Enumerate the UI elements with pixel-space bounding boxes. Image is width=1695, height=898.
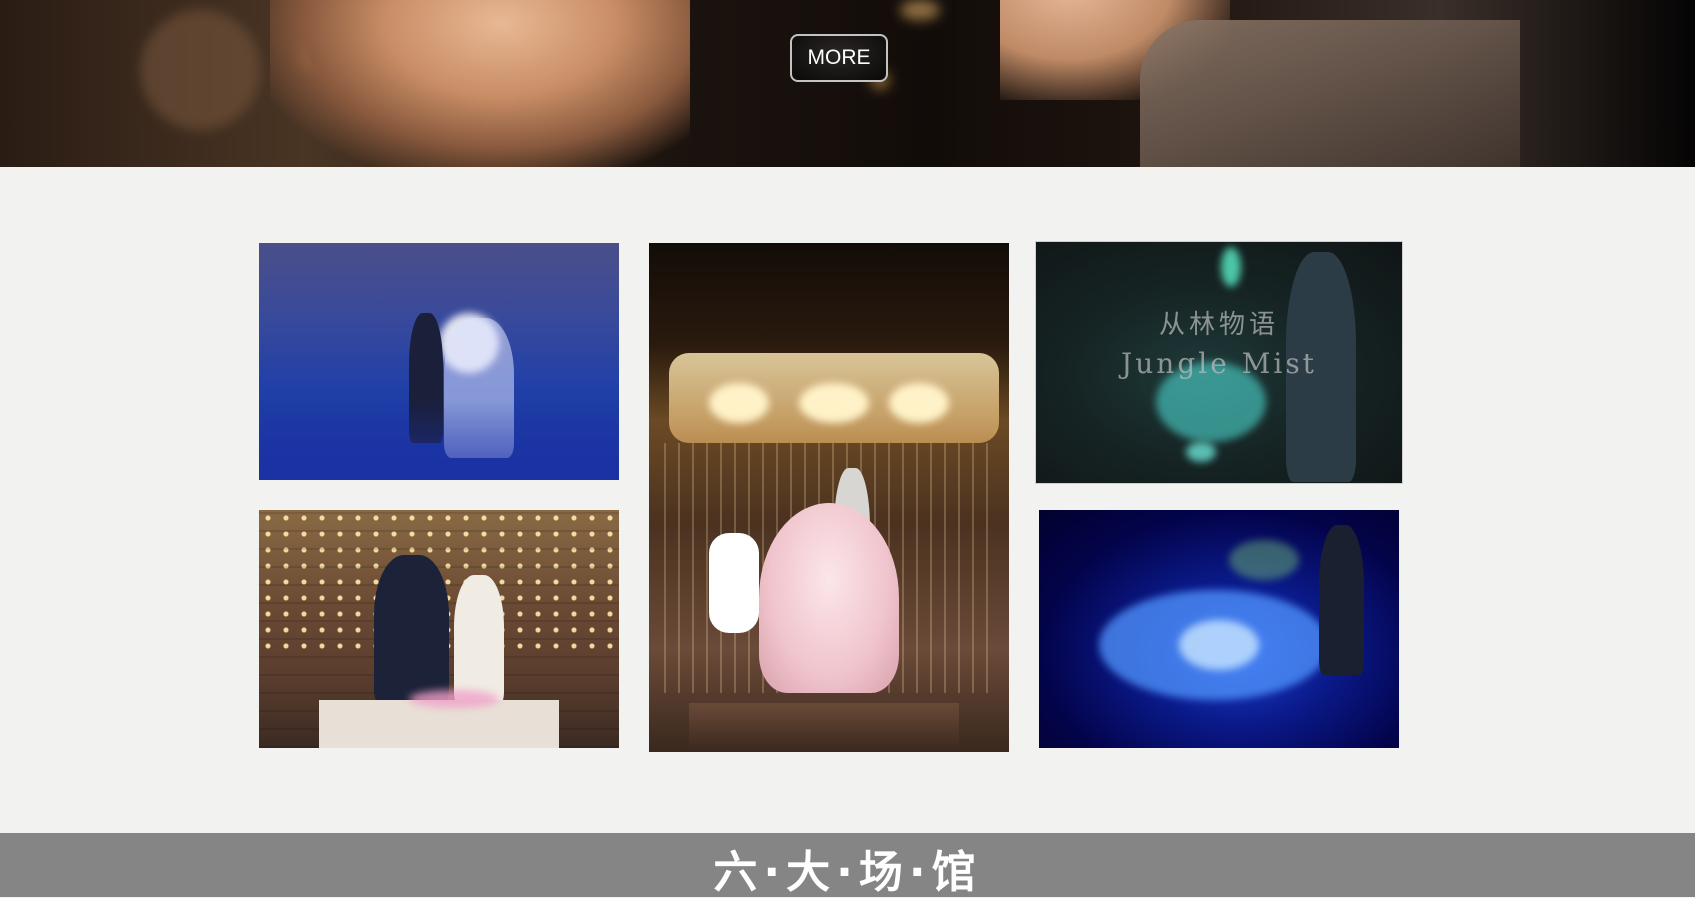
field-ground (259, 400, 619, 480)
gallery-photo-jungle-mist[interactable]: 从林物语 Jungle Mist (1035, 241, 1403, 484)
groom-suit (1140, 20, 1520, 167)
hero-banner: MORE (0, 0, 1695, 167)
more-button[interactable]: MORE (790, 34, 888, 82)
light-glow (889, 383, 949, 423)
gallery-photo-brick-dinner[interactable] (259, 510, 619, 748)
groom-figure (374, 555, 449, 705)
foliage (1229, 540, 1299, 580)
groom-figure (1319, 525, 1364, 675)
bride-face (270, 0, 690, 167)
bokeh-light (140, 10, 260, 130)
bride-gown (759, 503, 899, 693)
gallery-photo-blue-gown[interactable] (1039, 510, 1399, 748)
light-glow (1221, 247, 1241, 287)
section-title: 六·大·场·馆 (713, 847, 982, 898)
carousel-base (689, 703, 959, 752)
bride-figure (454, 575, 504, 705)
gallery-photo-carousel[interactable] (649, 243, 1009, 752)
light-glow (1179, 620, 1259, 670)
overlay-title-en: Jungle Mist (1121, 347, 1317, 380)
gallery-photo-blue-field[interactable] (259, 243, 619, 480)
section-header-bar: 六·大·场·馆 (0, 833, 1695, 897)
flower-arrangement (409, 690, 499, 708)
light-glow (709, 383, 769, 423)
light-glow (799, 383, 869, 423)
overlay-title-cn: 从林物语 (1158, 310, 1279, 340)
carousel-horse (709, 533, 759, 633)
light-glow (1186, 442, 1216, 462)
bokeh-light (900, 0, 940, 20)
